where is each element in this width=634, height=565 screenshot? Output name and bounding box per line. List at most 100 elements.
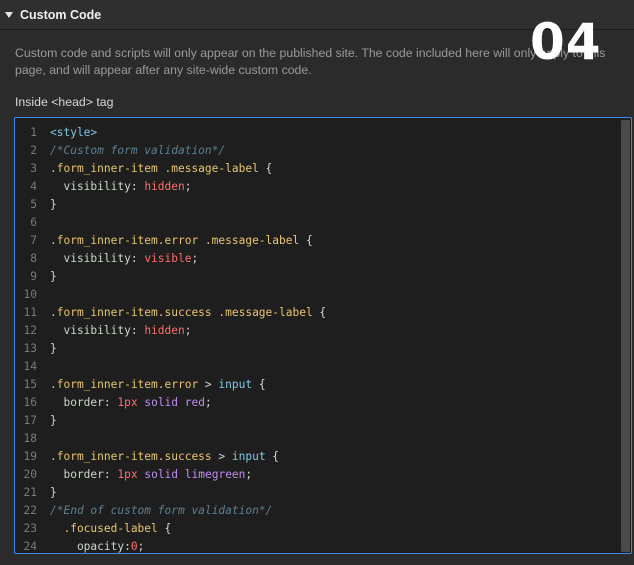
code-token: { — [299, 234, 313, 247]
code-line[interactable]: 23 .focused-label { — [15, 520, 619, 538]
code-text: .form_inner-item.error .message-label { — [50, 232, 313, 250]
bottom-strip — [0, 556, 634, 565]
code-token: 0 — [130, 540, 138, 553]
code-line[interactable]: 5} — [15, 196, 619, 214]
code-token: .focused-label — [50, 522, 158, 535]
code-token: { — [258, 162, 273, 175]
code-text: } — [50, 484, 57, 502]
line-number: 1 — [30, 126, 37, 139]
code-token: { — [265, 450, 280, 463]
code-token: input — [231, 450, 266, 463]
code-token: visible — [144, 252, 192, 265]
code-line[interactable]: 19 .form_inner-item.success > input { — [15, 448, 619, 466]
code-line[interactable]: 22 /*End of custom form validation*/ — [15, 502, 619, 520]
code-line[interactable]: 4 visibility: hidden; — [15, 178, 619, 196]
code-line[interactable]: 11 .form_inner-item.success .message-labe… — [15, 304, 619, 322]
code-token: : — [130, 180, 145, 193]
code-line[interactable]: 14 — [15, 358, 619, 376]
line-number: 24 — [23, 540, 37, 553]
code-token: : — [103, 396, 118, 409]
code-line[interactable]: 20 border: 1px solid limegreen; — [15, 466, 619, 484]
code-token: border — [50, 396, 104, 409]
code-token: .form_inner-item.error — [50, 378, 199, 391]
code-text: } — [50, 340, 57, 358]
code-text: <style> — [50, 124, 97, 142]
code-line[interactable]: 6 — [15, 214, 619, 232]
code-line[interactable]: 18 — [15, 430, 619, 448]
code-line[interactable]: 8 visibility: visible; — [15, 250, 619, 268]
line-number: 8 — [30, 252, 37, 265]
code-token: { — [312, 306, 327, 319]
line-number: 6 — [30, 216, 37, 229]
step-number-badge: 04 — [530, 13, 602, 71]
section-title: Custom Code — [20, 7, 102, 22]
code-text: .focused-label { — [50, 520, 171, 538]
code-token: input — [218, 378, 253, 391]
code-token: solid — [144, 396, 179, 409]
line-number: 2 — [30, 144, 37, 157]
code-text: } — [50, 412, 57, 430]
code-line[interactable]: 21} — [15, 484, 619, 502]
code-text: } — [50, 268, 57, 286]
code-token: : — [130, 324, 145, 337]
code-token: 1px — [117, 468, 138, 481]
line-number: 14 — [23, 360, 37, 373]
code-line[interactable]: 12 visibility: hidden; — [15, 322, 619, 340]
code-line[interactable]: 2 /*Custom form validation*/ — [15, 142, 619, 160]
code-line[interactable]: 1 <style> — [15, 124, 619, 142]
line-number: 18 — [23, 432, 37, 445]
code-line[interactable]: 7 .form_inner-item.error .message-label { — [15, 232, 619, 250]
code-line[interactable]: 9} — [15, 268, 619, 286]
line-number: 12 — [23, 324, 37, 337]
code-token: : — [130, 252, 145, 265]
code-token: red — [184, 396, 205, 409]
code-token: ; — [184, 180, 192, 193]
code-token: visibility — [50, 252, 131, 265]
line-number: 11 — [23, 306, 37, 319]
code-token: ; — [245, 468, 253, 481]
code-line[interactable]: 10 — [15, 286, 619, 304]
caret-down-icon[interactable] — [5, 11, 13, 18]
code-line[interactable]: 3 .form_inner-item .message-label { — [15, 160, 619, 178]
line-number: 15 — [23, 378, 37, 391]
code-token: .form_inner-item .message-label — [50, 162, 259, 175]
code-token: hidden — [144, 180, 185, 193]
code-token: ; — [137, 540, 145, 553]
code-text: /*Custom form validation*/ — [50, 142, 225, 160]
line-number: 16 — [23, 396, 37, 409]
code-text: /*End of custom form validation*/ — [50, 502, 272, 520]
line-number: 5 — [30, 198, 37, 211]
code-text: .form_inner-item.success > input { — [50, 448, 279, 466]
code-token: opacity — [50, 540, 125, 553]
code-token: limegreen — [184, 468, 246, 481]
code-token: { — [252, 378, 266, 391]
code-line[interactable]: 24 opacity:0; — [15, 538, 619, 553]
code-line[interactable]: 15 .form_inner-item.error > input { — [15, 376, 619, 394]
code-lines[interactable]: 1 <style> 2 /*Custom form validation*/ 3 .for… — [15, 124, 619, 553]
code-line[interactable]: 17} — [15, 412, 619, 430]
line-number: 20 — [23, 468, 37, 481]
code-line[interactable]: 16 border: 1px solid red; — [15, 394, 619, 412]
code-token: <style> — [50, 126, 98, 139]
head-tag-field-label: Inside <head> tag — [15, 95, 114, 109]
code-token: ; — [191, 252, 199, 265]
code-token: .form_inner-item.success — [50, 450, 212, 463]
line-number: 3 — [30, 162, 37, 175]
code-line[interactable]: 13} — [15, 340, 619, 358]
line-number: 13 — [23, 342, 37, 355]
line-number: 21 — [23, 486, 37, 499]
editor-scrollbar[interactable] — [621, 120, 630, 552]
code-text: visibility: visible; — [50, 250, 198, 268]
line-number: 9 — [30, 270, 37, 283]
line-number: 22 — [23, 504, 37, 517]
editor-scrollbar-thumb[interactable] — [621, 120, 630, 552]
code-token: 1px — [117, 396, 138, 409]
code-token: solid — [144, 468, 179, 481]
head-code-editor[interactable]: 1 <style> 2 /*Custom form validation*/ 3 .for… — [14, 117, 632, 554]
code-token: border — [50, 468, 104, 481]
code-token: ; — [184, 324, 192, 337]
line-number: 7 — [30, 234, 37, 247]
code-text: visibility: hidden; — [50, 178, 191, 196]
code-token: : — [103, 468, 118, 481]
